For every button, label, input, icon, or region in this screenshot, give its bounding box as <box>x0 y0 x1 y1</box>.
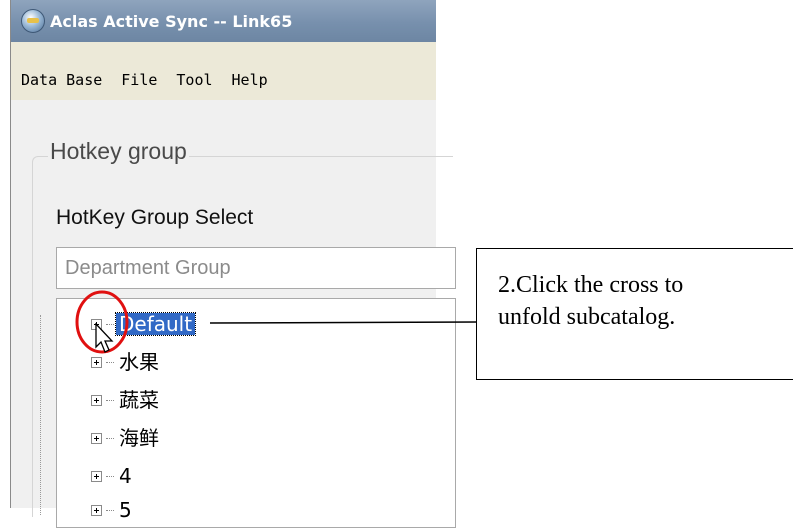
mouse-cursor-icon <box>95 323 114 353</box>
instruction-callout: 2.Click the cross to unfold subcatalog. <box>476 248 793 380</box>
callout-line: unfold subcatalog. <box>498 304 676 330</box>
tree-branch-line <box>106 509 114 511</box>
callout-line: 2.Click the cross to <box>498 272 684 298</box>
callout-leader-line <box>209 321 479 324</box>
